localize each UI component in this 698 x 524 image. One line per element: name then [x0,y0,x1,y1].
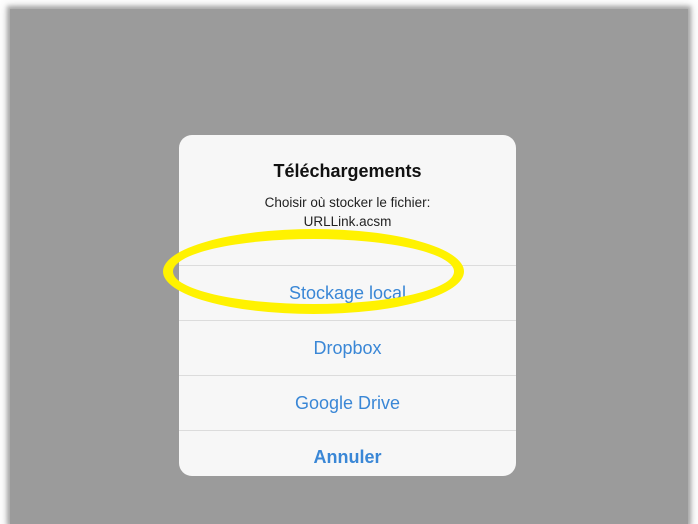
screen-backdrop: Téléchargements Choisir où stocker le fi… [10,9,688,524]
dialog-message: Choisir où stocker le fichier: URLLink.a… [179,193,516,231]
dialog-header: Téléchargements Choisir où stocker le fi… [179,135,516,255]
local-storage-button[interactable]: Stockage local [179,265,516,320]
cancel-button[interactable]: Annuler [179,430,516,476]
dropbox-button[interactable]: Dropbox [179,320,516,375]
download-action-sheet: Téléchargements Choisir où stocker le fi… [179,135,516,476]
file-name: URLLink.acsm [303,214,392,229]
dialog-title: Téléchargements [273,161,422,181]
google-drive-button[interactable]: Google Drive [179,375,516,430]
dialog-message-line: Choisir où stocker le fichier: [264,195,431,210]
